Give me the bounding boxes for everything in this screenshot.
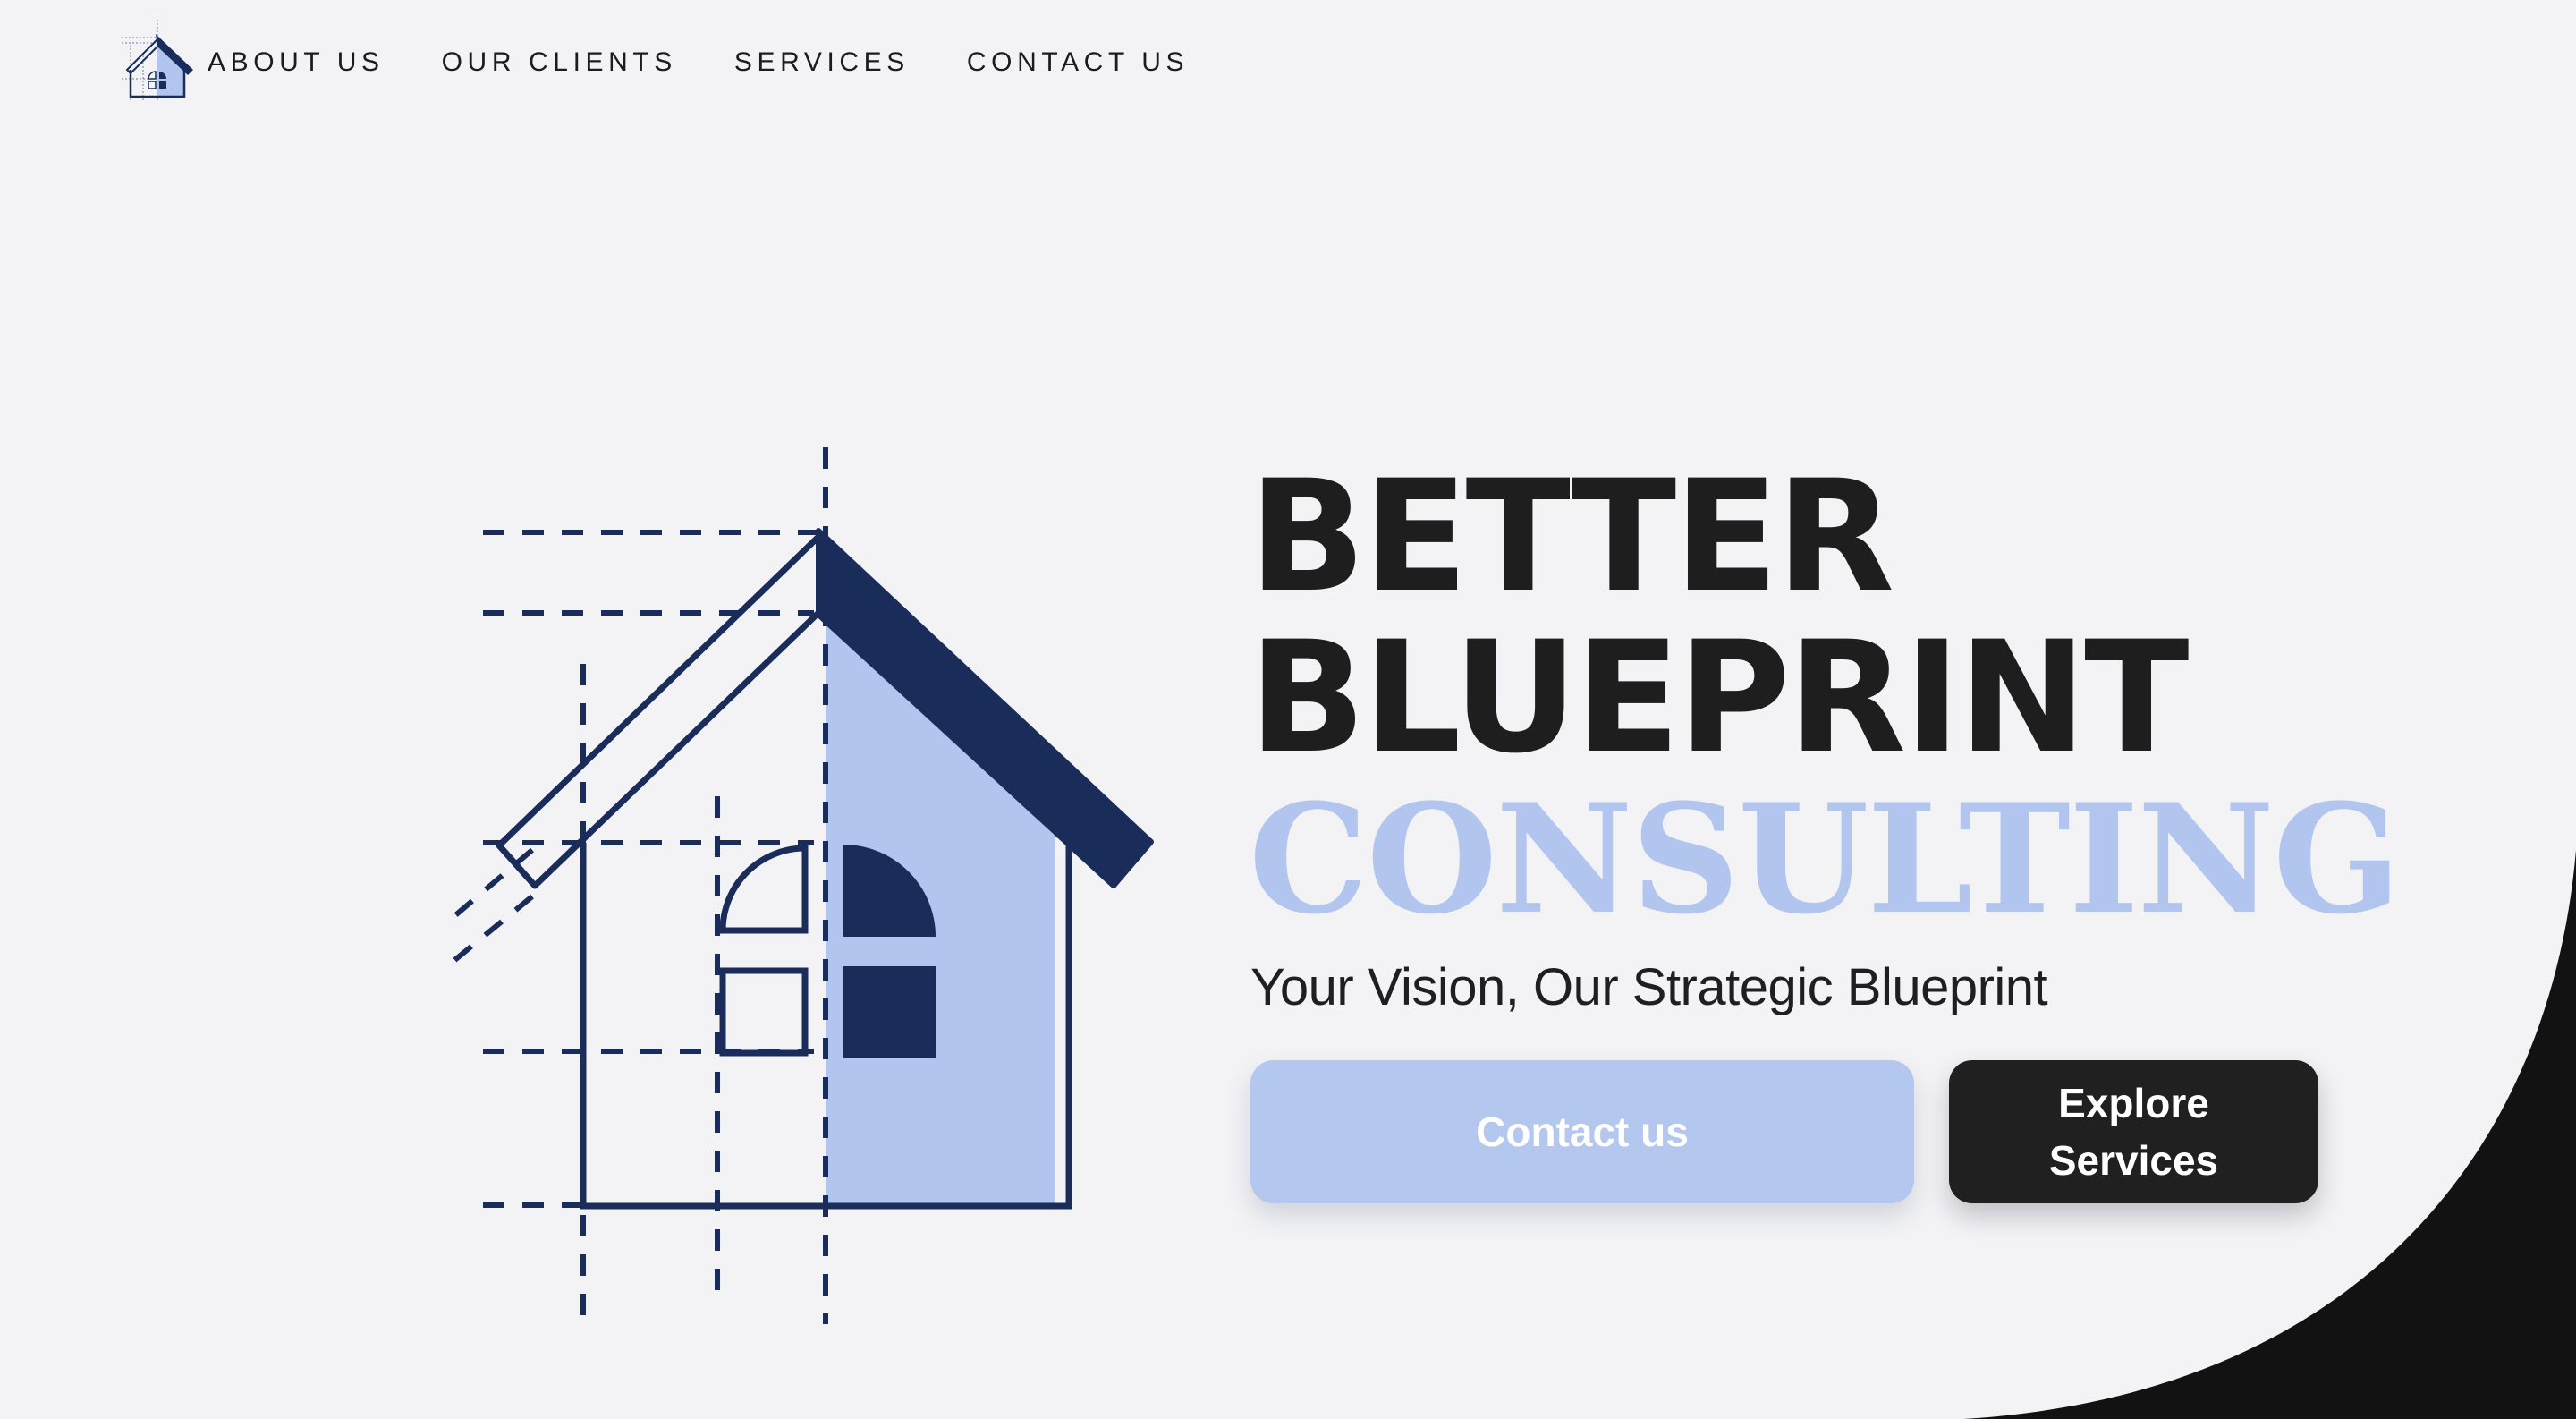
- hero-tagline: Your Vision, Our Strategic Blueprint: [1250, 958, 2048, 1016]
- logo-link[interactable]: [122, 20, 202, 106]
- page: ABOUT US OUR CLIENTS SERVICES CONTACT US: [0, 0, 2576, 1419]
- contact-us-button[interactable]: Contact us: [1250, 1060, 1914, 1203]
- nav-about-us[interactable]: ABOUT US: [208, 47, 385, 78]
- explore-services-label: Explore Services: [2048, 1080, 2219, 1184]
- house-blueprint-icon: [441, 447, 1154, 1324]
- house-blueprint-logo-icon: [122, 20, 193, 100]
- nav-services[interactable]: SERVICES: [734, 47, 910, 78]
- hero-headline: BETTER BLUEPRINT CONSULTING: [1249, 446, 2402, 947]
- headline-line-better: BETTER: [1249, 446, 1894, 626]
- main-nav: ABOUT US OUR CLIENTS SERVICES CONTACT US: [122, 18, 1246, 107]
- nav-contact-us[interactable]: CONTACT US: [967, 47, 1189, 78]
- headline-line-consulting: CONSULTING: [1249, 770, 2402, 947]
- explore-services-button[interactable]: Explore Services: [1949, 1060, 2318, 1203]
- headline-line-blueprint: BLUEPRINT: [1249, 608, 2190, 787]
- nav-our-clients[interactable]: OUR CLIENTS: [442, 47, 677, 78]
